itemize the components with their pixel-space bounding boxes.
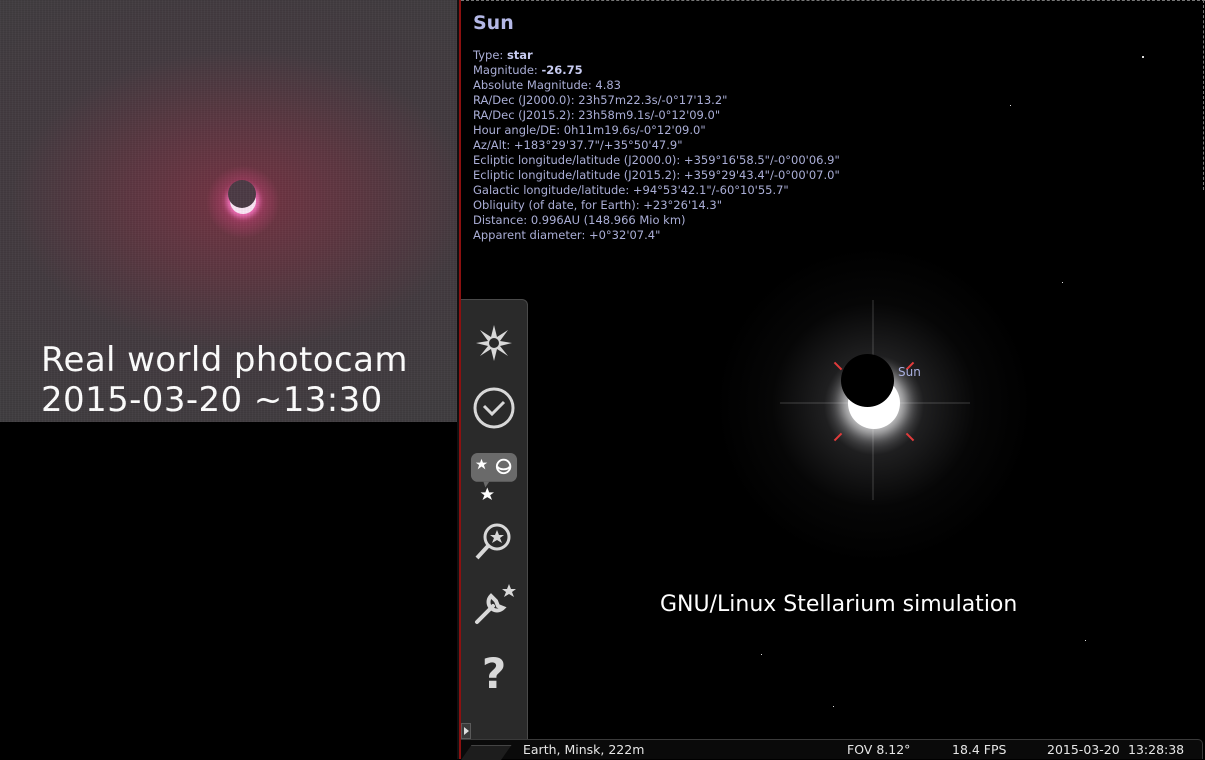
info-line: Hour angle/DE: 0h11m19.6s/-0°12'09.0" (473, 123, 706, 137)
fps-text: 18.4 FPS (952, 742, 1007, 757)
sun-label[interactable]: Sun (898, 365, 921, 379)
star[interactable] (1085, 640, 1086, 641)
star[interactable] (1010, 105, 1011, 106)
fov-text: FOV 8.12° (847, 742, 911, 757)
type-label: Type: (473, 48, 507, 62)
magnitude-label: Magnitude: (473, 63, 542, 77)
magnitude-value: -26.75 (541, 63, 583, 77)
help-button[interactable]: ? (470, 648, 518, 698)
photo-sun-glow (206, 165, 280, 239)
sky-display-icon (476, 325, 512, 361)
configuration-button[interactable] (470, 582, 518, 628)
star[interactable] (761, 654, 762, 655)
info-line: RA/Dec (J2000.0): 23h57m22.3s/-0°17'13.2… (473, 93, 728, 107)
photo-pane: Real world photocam 2015-03-20 ~13:30 (0, 0, 457, 759)
toolbar-expand-handle[interactable] (461, 723, 471, 739)
settings-icon (475, 584, 516, 624)
info-line: Absolute Magnitude: 4.83 (473, 78, 621, 92)
time-text[interactable]: 13:28:38 (1128, 742, 1184, 757)
date-text[interactable]: 2015-03-20 (1047, 742, 1120, 757)
date-time-button[interactable] (470, 385, 518, 431)
object-title: Sun (473, 12, 514, 34)
star[interactable] (1062, 282, 1063, 283)
info-line: Distance: 0.996AU (148.966 Mio km) (473, 213, 686, 227)
object-info-panel: Type: star Magnitude: -26.75 Absolute Ma… (473, 48, 840, 243)
search-icon (475, 523, 511, 560)
info-line: RA/Dec (J2015.2): 23h58m9.1s/-0°12'09.0" (473, 108, 721, 122)
photo-moon-shadow (228, 180, 256, 208)
info-line: Az/Alt: +183°29'37.7"/+35°50'47.9" (473, 138, 683, 152)
status-bar: Earth, Minsk, 222m FOV 8.12° 18.4 FPS 20… (461, 739, 1203, 759)
photo-caption: Real world photocam 2015-03-20 ~13:30 (41, 340, 408, 420)
left-toolbar: ? (461, 299, 528, 759)
info-line: Ecliptic longitude/latitude (J2000.0): +… (473, 153, 840, 167)
sky-display-button[interactable] (470, 320, 518, 366)
location-text[interactable]: Earth, Minsk, 222m (523, 742, 644, 757)
info-line: Obliquity (of date, for Earth): +23°26'1… (473, 198, 722, 212)
photo-caption-line1: Real world photocam (41, 340, 408, 380)
simulation-caption: GNU/Linux Stellarium simulation (660, 592, 1018, 617)
clock-icon (473, 387, 515, 429)
star[interactable] (833, 706, 834, 707)
type-value: star (506, 48, 533, 62)
sky-objects-button[interactable] (470, 450, 518, 504)
deep-sky-icon (470, 453, 518, 501)
photo-sun-crescent (230, 188, 256, 214)
star[interactable] (1142, 56, 1144, 58)
info-line: Ecliptic longitude/latitude (J2015.2): +… (473, 168, 840, 182)
help-icon: ? (481, 648, 507, 698)
search-button[interactable] (470, 518, 518, 564)
top-dashed-border (461, 0, 1205, 2)
moon-disk[interactable] (841, 354, 894, 407)
eclipse-photo: Real world photocam 2015-03-20 ~13:30 (0, 0, 457, 422)
info-type-line: Type: star (473, 48, 840, 63)
info-line: Apparent diameter: +0°32'07.4" (473, 228, 661, 242)
photo-caption-line2: 2015-03-20 ~13:30 (41, 380, 383, 420)
info-line: Galactic longitude/latitude: +94°53'42.1… (473, 183, 789, 197)
info-magnitude-line: Magnitude: -26.75 (473, 63, 840, 78)
